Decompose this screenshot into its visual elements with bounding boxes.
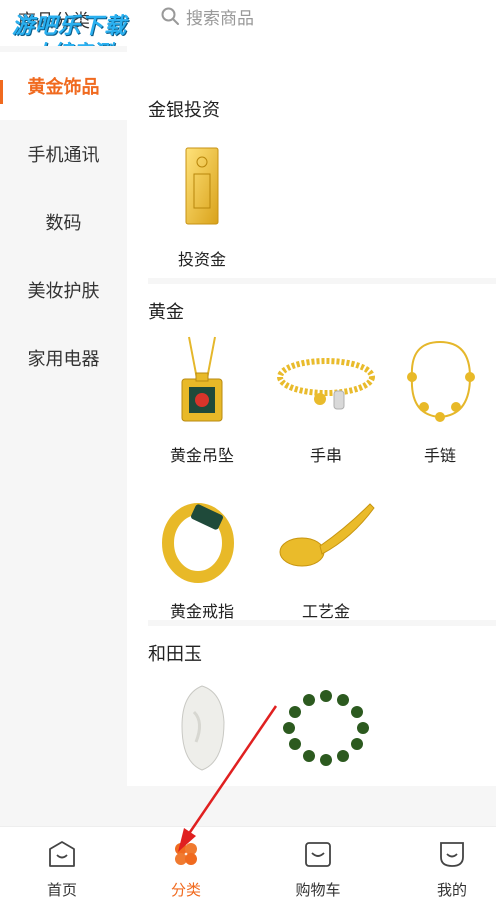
search-icon [161,7,179,25]
sidebar-item-digital[interactable]: 数码 [0,188,127,256]
tab-category[interactable]: 分类 [124,827,248,903]
product-gold-chain-bracelet[interactable]: 手链 [385,334,495,466]
gold-bar-icon [185,147,219,225]
tab-label: 分类 [170,881,201,899]
bottom-tab-bar: 首页 分类 购物车 我的 [0,826,496,903]
product-label: 手串 [309,446,342,465]
gold-spoon-icon [279,503,375,567]
sidebar-item-label: 黄金饰品 [27,77,100,98]
sidebar-item-label: 数码 [45,213,82,234]
product-gold-pendant[interactable]: 黄金吊坠 [147,334,257,466]
product-jade-bracelet[interactable] [271,680,381,776]
sidebar-item-appliances[interactable]: 家用电器 [0,324,127,392]
sidebar-item-gold-jewelry[interactable]: 黄金饰品 [0,52,127,120]
cart-icon [305,842,331,867]
section-divider [148,278,496,284]
home-icon [49,841,75,867]
sidebar-item-label: 手机通讯 [27,145,100,166]
jade-pendant-icon [181,685,225,771]
sidebar-item-beauty[interactable]: 美妆护肤 [0,256,127,324]
gold-chain-bracelet-icon [407,340,475,422]
product-investment-gold[interactable]: 投资金 [147,138,257,270]
product-label: 工艺金 [301,602,350,621]
product-label: 黄金戒指 [169,602,234,621]
product-label: 黄金吊坠 [169,446,234,465]
category-content: 金银投资 投资金 黄金 黄金吊坠 手串 手链 黄金戒指 工艺金 和田玉 [127,46,496,786]
gold-pendant-icon [181,336,223,422]
tab-label: 购物车 [295,881,341,899]
section-title-investment: 金银投资 [148,100,220,121]
search-bar[interactable]: 搜索商品 [150,0,496,32]
product-craft-gold[interactable]: 工艺金 [271,490,381,622]
sidebar-item-label: 家用电器 [27,349,100,370]
product-label: 手链 [423,446,456,465]
section-title-gold: 黄金 [148,302,184,323]
tab-label: 首页 [46,881,77,899]
section-title-jade: 和田玉 [148,644,202,665]
product-jade-pendant[interactable] [147,680,257,776]
section-divider [148,620,496,626]
tab-home[interactable]: 首页 [0,827,124,903]
sidebar-item-label: 美妆护肤 [27,281,100,302]
gold-bead-bracelet-icon [277,358,375,410]
tab-label: 我的 [436,881,467,899]
jade-bead-bracelet-icon [283,690,369,766]
category-sidebar: 黄金饰品 手机通讯 数码 美妆护肤 家用电器 [0,46,127,786]
tab-cart[interactable]: 购物车 [256,827,380,903]
product-gold-ring[interactable]: 黄金戒指 [147,490,257,622]
tab-profile[interactable]: 我的 [390,827,496,903]
product-gold-bead-bracelet[interactable]: 手串 [271,334,381,466]
sidebar-item-phones[interactable]: 手机通讯 [0,120,127,188]
gold-ring-icon [162,503,234,583]
category-icon [175,843,197,865]
product-label: 投资金 [177,250,226,269]
profile-icon [440,842,464,867]
top-bar: 商品分类 游吧乐下载 小编亲测 搜索商品 [0,0,496,64]
bottom-spacer [0,786,496,826]
active-indicator [0,80,3,104]
search-input[interactable]: 搜索商品 [186,4,254,29]
